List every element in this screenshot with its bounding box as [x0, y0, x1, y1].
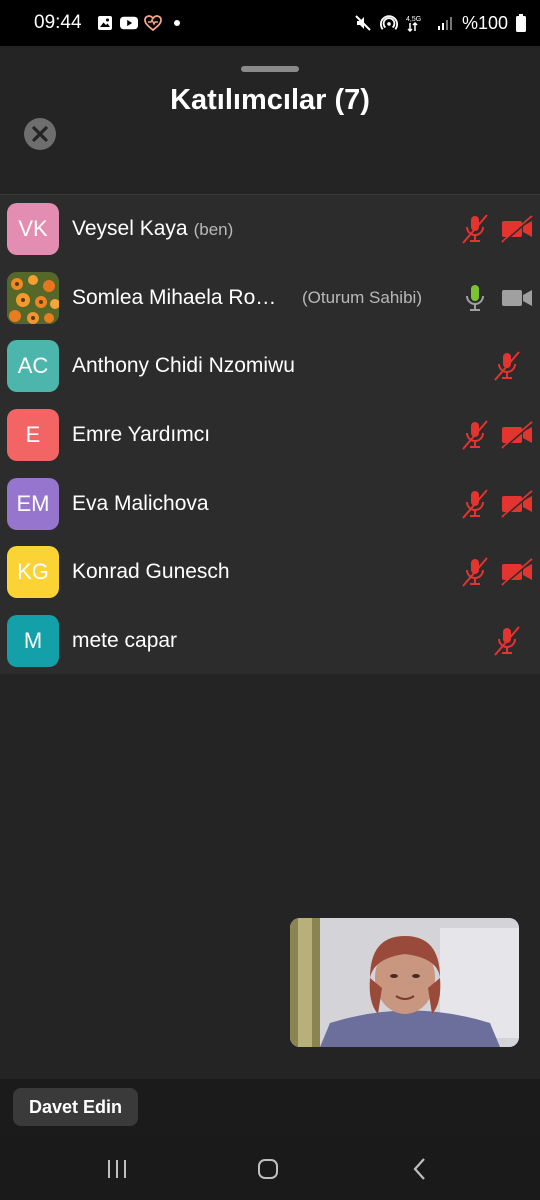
mic-on-icon[interactable]	[460, 281, 490, 315]
battery-icon	[516, 14, 526, 32]
mic-muted-icon[interactable]	[460, 555, 490, 589]
participant-row[interactable]: EM Eva Malichova	[0, 469, 540, 538]
participant-row[interactable]: AC Anthony Chidi Nzomiwu	[0, 332, 540, 401]
participant-list: VK Veysel Kaya (ben) Somlea Mihaela Ro… (…	[0, 194, 540, 674]
close-icon	[32, 126, 48, 142]
camera-off-icon[interactable]	[500, 487, 534, 521]
participant-tag: (Oturum Sahibi)	[302, 287, 422, 307]
participant-row[interactable]: E Emre Yardımcı	[0, 401, 540, 470]
back-icon[interactable]	[405, 1155, 435, 1183]
notification-icons	[96, 15, 186, 31]
status-bar: 09:44 4,5G %100	[0, 0, 540, 46]
participant-row[interactable]: VK Veysel Kaya (ben)	[0, 195, 540, 264]
camera-on-icon[interactable]	[500, 281, 534, 315]
camera-off-icon[interactable]	[500, 418, 534, 452]
participant-name: Somlea Mihaela Ro…	[72, 285, 277, 309]
gallery-icon	[96, 15, 114, 31]
health-icon	[143, 15, 162, 31]
home-icon[interactable]	[253, 1155, 283, 1183]
mic-muted-icon[interactable]	[460, 212, 490, 246]
avatar	[7, 271, 59, 324]
avatar: AC	[7, 340, 59, 393]
mic-muted-icon[interactable]	[492, 624, 522, 658]
mute-icon	[354, 15, 372, 31]
avatar: M	[7, 614, 59, 667]
hotspot-icon	[380, 15, 398, 31]
participant-name: Konrad Gunesch	[72, 560, 230, 584]
system-icons: 4,5G %100	[354, 13, 526, 34]
participant-row[interactable]: Somlea Mihaela Ro… (Oturum Sahibi)	[0, 264, 540, 333]
battery-percent: %100	[461, 12, 508, 33]
network-arrows-icon: 4,5G	[406, 15, 428, 32]
mic-muted-icon[interactable]	[492, 349, 522, 383]
avatar: KG	[7, 546, 59, 599]
status-time: 09:44	[34, 12, 82, 33]
participant-tag: (ben)	[193, 220, 234, 240]
participant-name: mete capar	[72, 628, 178, 652]
mic-muted-icon[interactable]	[460, 487, 490, 521]
mic-muted-icon[interactable]	[460, 418, 490, 452]
avatar: E	[7, 409, 59, 462]
video-frame	[290, 918, 519, 1047]
self-video-preview[interactable]	[290, 918, 519, 1047]
signal-icon	[436, 15, 454, 31]
bottom-toolbar: Davet Edin	[0, 1079, 540, 1137]
participant-name: Anthony Chidi Nzomiwu	[72, 354, 295, 378]
avatar: EM	[7, 477, 59, 530]
camera-off-icon[interactable]	[500, 555, 534, 589]
recents-icon[interactable]	[102, 1155, 132, 1183]
close-button[interactable]	[24, 118, 56, 150]
youtube-icon	[119, 15, 138, 31]
camera-off-icon[interactable]	[500, 212, 534, 246]
participant-row[interactable]: KG Konrad Gunesch	[0, 538, 540, 607]
sheet-drag-handle[interactable]	[241, 66, 299, 72]
invite-button[interactable]: Davet Edin	[13, 1088, 139, 1126]
participant-name: Veysel Kaya (ben)	[72, 217, 234, 241]
network-label: 4,5G	[406, 16, 421, 23]
participant-name: Emre Yardımcı	[72, 423, 211, 447]
avatar: VK	[7, 203, 59, 256]
participants-header: Katılımcılar (7)	[0, 46, 540, 194]
page-title: Katılımcılar (7)	[170, 84, 370, 116]
participant-row[interactable]: M mete capar	[0, 607, 540, 676]
dot-icon	[168, 15, 186, 31]
system-nav-bar	[0, 1137, 540, 1200]
orange-flowers-photo	[7, 271, 59, 324]
participant-name: Eva Malichova	[72, 491, 209, 515]
